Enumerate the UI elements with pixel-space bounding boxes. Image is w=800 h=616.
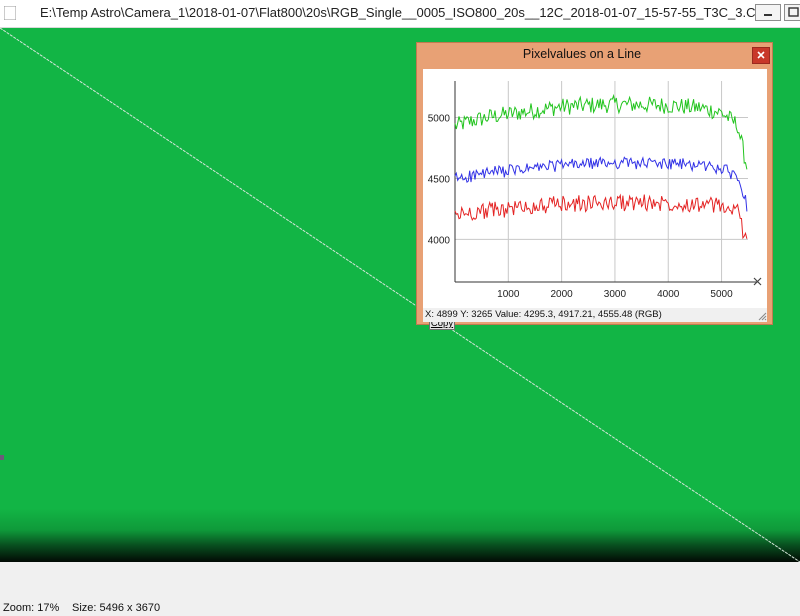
minimize-icon — [764, 14, 772, 16]
zoom-readout: Zoom: 17% — [3, 602, 60, 614]
series-line — [454, 193, 748, 240]
x-tick-label: 1000 — [497, 289, 520, 300]
line-endpoint-marker — [0, 455, 4, 460]
x-tick-label: 2000 — [550, 289, 573, 300]
minimize-button[interactable] — [755, 4, 781, 21]
x-tick-label: 5000 — [710, 289, 733, 300]
pixel-profile-chart[interactable]: 1000 2000 3000 4000 5000 4000 4500 5000 — [423, 69, 767, 308]
pixel-line-plot-window[interactable]: Pixelvalues on a Line 1000 2000 3000 4000 50… — [416, 42, 773, 330]
plot-client-area: 1000 2000 3000 4000 5000 4000 4500 5000 Copy — [423, 69, 767, 330]
x-tick-label: 3000 — [604, 289, 627, 300]
status-bar: Zoom: 17% Size: 5496 x 3670 — [0, 562, 800, 616]
maximize-button[interactable] — [784, 4, 800, 21]
window-title: E:\Temp Astro\Camera_1\2018-01-07\Flat80… — [40, 5, 773, 20]
resize-grip-icon[interactable] — [757, 311, 767, 321]
maximize-icon — [788, 7, 799, 17]
plot-window-title: Pixelvalues on a Line — [522, 47, 642, 61]
y-tick-label: 4500 — [428, 174, 451, 185]
title-bar: E:\Temp Astro\Camera_1\2018-01-07\Flat80… — [0, 0, 800, 28]
image-size-readout: Size: 5496 x 3670 — [72, 602, 161, 614]
plot-cursor-readout: X: 4899 Y: 3265 Value: 4295.3, 4917.21, … — [423, 308, 767, 322]
y-tick-label: 4000 — [428, 235, 451, 246]
y-tick-label: 5000 — [428, 114, 451, 125]
plot-close-button[interactable] — [752, 47, 770, 64]
close-icon — [757, 51, 765, 59]
app-icon[interactable] — [4, 6, 16, 20]
x-tick-label: 4000 — [657, 289, 680, 300]
